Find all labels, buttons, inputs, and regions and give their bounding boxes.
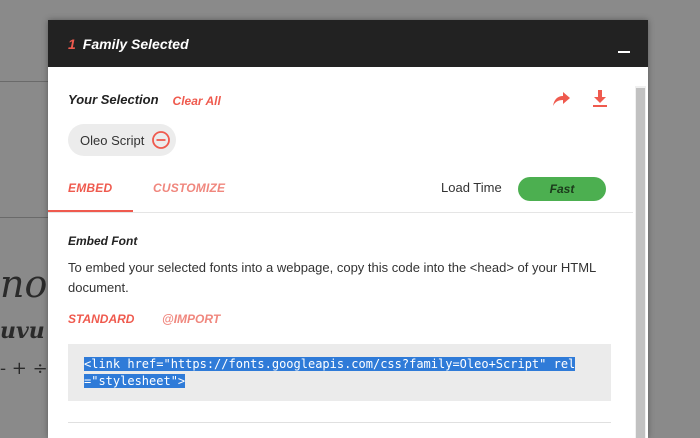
embed-code[interactable]: <link href="https://fonts.googleapis.com… <box>84 356 584 390</box>
clear-all-link[interactable]: Clear All <box>173 94 221 108</box>
load-time-label: Load Time <box>441 180 502 195</box>
tab-customize[interactable]: CUSTOMIZE <box>153 181 225 195</box>
embed-instructions: To embed your selected fonts into a webp… <box>68 260 596 295</box>
remove-circle-icon[interactable] <box>152 131 171 149</box>
tab-embed[interactable]: EMBED <box>68 181 112 195</box>
embed-code-line: ="stylesheet"> <box>84 374 186 388</box>
subtab-standard[interactable]: STANDARD <box>68 312 134 326</box>
section-divider <box>68 422 611 423</box>
download-icon[interactable] <box>590 88 610 108</box>
background-rule-top <box>0 81 48 82</box>
selection-drawer: 1 Family Selected Your Selection Clear A… <box>48 20 648 438</box>
selected-font-name: Oleo Script <box>80 132 145 148</box>
share-arrow-icon[interactable] <box>552 88 572 108</box>
embed-font-title: Embed Font <box>68 234 138 248</box>
scrollbar[interactable] <box>635 86 646 438</box>
active-tab-indicator <box>48 210 133 212</box>
selection-actions <box>552 88 610 108</box>
selected-font-chip: Oleo Script <box>68 124 177 156</box>
selected-count: 1 <box>68 35 76 52</box>
background-glyph-row: - + ÷ <box>0 358 48 379</box>
background-glyph-row: uvu <box>0 318 45 344</box>
drawer-title: Family Selected <box>82 35 189 52</box>
background-glyph-row: nor <box>0 262 48 306</box>
subtab-import[interactable]: @IMPORT <box>162 312 220 326</box>
background-rule-bottom <box>0 217 48 218</box>
minimize-icon[interactable] <box>618 51 630 53</box>
drawer-header[interactable]: 1 Family Selected <box>48 20 648 67</box>
embed-code-line: <link href="https://fonts.googleapis.com… <box>84 357 576 371</box>
drawer-tabs: EMBED CUSTOMIZE Load Time Fast <box>48 172 633 213</box>
load-time-badge: Fast <box>518 177 606 201</box>
selection-row: Your Selection Clear All <box>68 90 221 109</box>
background-right-area <box>648 0 700 438</box>
your-selection-title: Your Selection <box>68 91 159 107</box>
embed-code-box[interactable]: <link href="https://fonts.googleapis.com… <box>68 344 611 401</box>
scrollbar-thumb[interactable] <box>636 88 645 438</box>
